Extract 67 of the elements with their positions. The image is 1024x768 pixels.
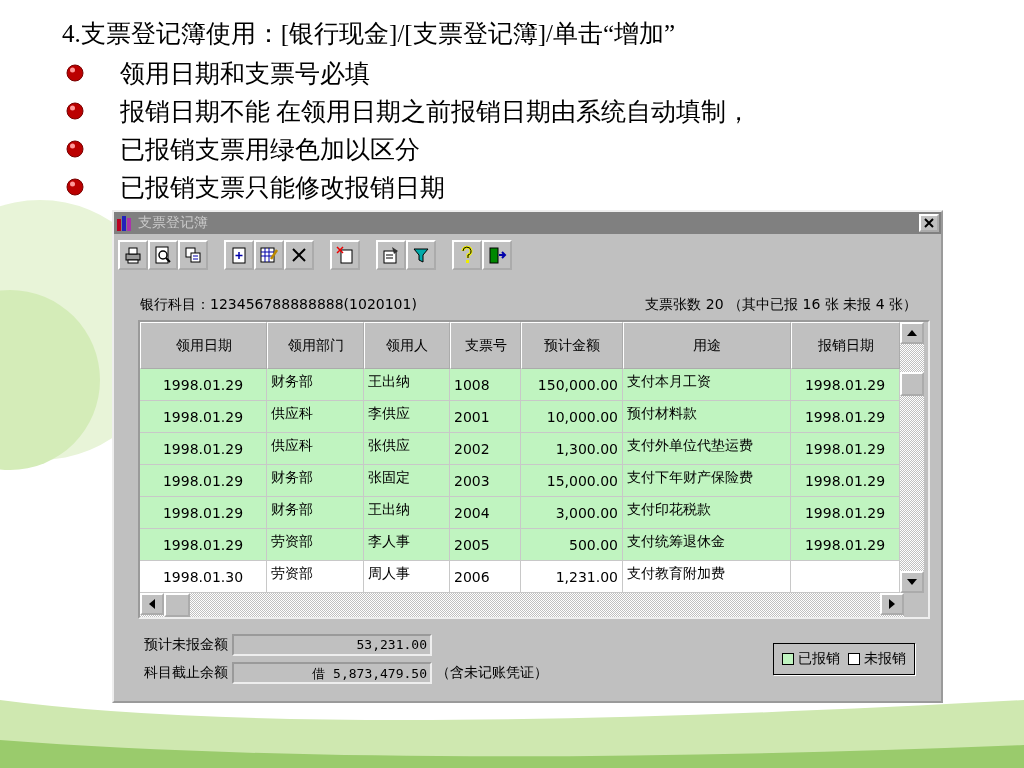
table-row[interactable]: 1998.01.29 财务部 张固定 2003 15,000.00 支付下年财产保险费 1998.01.29 [140, 465, 900, 497]
bullet-icon [66, 140, 84, 158]
bullet-text: 报销日期不能 在领用日期之前报销日期由系统自动填制， [120, 96, 752, 127]
bullet-icon [66, 64, 84, 82]
stacked-pages-icon [183, 245, 203, 265]
column-header[interactable]: 用途 [623, 322, 791, 369]
toolbar-button[interactable] [482, 240, 512, 270]
scroll-left-button[interactable] [140, 593, 164, 615]
scroll-right-button[interactable] [880, 593, 904, 615]
column-header[interactable]: 报销日期 [791, 322, 900, 369]
summary-field: 53,231.00 [232, 634, 432, 656]
page-cross-icon [335, 245, 355, 265]
table-row[interactable]: 1998.01.29 供应科 李供应 2001 10,000.00 预付材料款 1998.01.29 [140, 401, 900, 433]
vertical-scrollbar[interactable] [900, 322, 924, 593]
toolbar-button[interactable] [376, 240, 406, 270]
toolbar-button[interactable] [118, 240, 148, 270]
toolbar-button[interactable] [254, 240, 284, 270]
toolbar-button[interactable] [330, 240, 360, 270]
table-row[interactable]: 1998.01.29 财务部 王出纳 1008 150,000.00 支付本月工资 1998.01.29 [140, 369, 900, 401]
column-header[interactable]: 领用部门 [267, 322, 364, 369]
bullet-icon [66, 102, 84, 120]
summary-label: 预计未报金额 [144, 636, 228, 654]
scroll-down-button[interactable] [900, 571, 924, 593]
toolbar-button[interactable] [284, 240, 314, 270]
table-row[interactable]: 1998.01.29 劳资部 李人事 2005 500.00 支付统筹退休金 1998.01.29 [140, 529, 900, 561]
bullet-icon [66, 178, 84, 196]
filter-icon [411, 245, 431, 265]
cheque-count: 支票张数 20 （其中已报 16 张 未报 4 张） [645, 296, 917, 314]
left-arrow-icon [149, 599, 155, 609]
column-header[interactable]: 预计金额 [521, 322, 623, 369]
bullet-text: 领用日期和支票号必填 [120, 58, 370, 89]
toolbar-button[interactable] [406, 240, 436, 270]
slide-title: 4.支票登记簿使用：[银行现金]/[支票登记簿]/单击“增加” [62, 19, 677, 49]
close-button[interactable] [919, 214, 939, 232]
legend-label: 未报销 [864, 650, 906, 668]
page-plus-icon [229, 245, 249, 265]
toolbar-button[interactable] [178, 240, 208, 270]
window-title: 支票登记簿 [138, 214, 209, 232]
scroll-thumb[interactable] [900, 372, 924, 396]
summary-label: 科目截止余额 [144, 664, 228, 682]
horizontal-scrollbar[interactable] [140, 593, 928, 617]
table-row[interactable]: 1998.01.30 劳资部 周人事 2006 1,231.00 支付教育附加费 [140, 561, 900, 593]
books-icon [116, 214, 134, 232]
toolbar-button[interactable] [224, 240, 254, 270]
column-header[interactable]: 领用日期 [140, 322, 267, 369]
magnifier-page-icon [153, 245, 173, 265]
toolbar-button[interactable] [148, 240, 178, 270]
grid-pencil-icon [259, 245, 279, 265]
account-value: 123456788888888(1020101) [210, 296, 417, 312]
down-arrow-icon [907, 579, 917, 585]
door-arrow-icon [487, 245, 507, 265]
legend-label: 已报销 [798, 650, 840, 668]
close-icon [924, 218, 934, 228]
account-label: 银行科目： [140, 296, 210, 312]
bullet-text: 已报销支票用绿色加以区分 [120, 134, 420, 165]
up-arrow-icon [907, 330, 917, 336]
printer-icon [123, 245, 143, 265]
bullet-text: 已报销支票只能修改报销日期 [120, 172, 445, 203]
scroll-up-button[interactable] [900, 322, 924, 344]
scroll-thumb[interactable] [164, 593, 190, 617]
summary-note: （含未记账凭证） [436, 664, 548, 682]
column-header[interactable]: 支票号 [450, 322, 521, 369]
table-row[interactable]: 1998.01.29 财务部 王出纳 2004 3,000.00 支付印花税款 1998.01.29 [140, 497, 900, 529]
summary-field: 借 5,873,479.50 [232, 662, 432, 684]
right-arrow-icon [889, 599, 895, 609]
table-row[interactable]: 1998.01.29 供应科 张供应 2002 1,300.00 支付外单位代垫运费 1998.01.29 [140, 433, 900, 465]
column-header[interactable]: 领用人 [364, 322, 450, 369]
